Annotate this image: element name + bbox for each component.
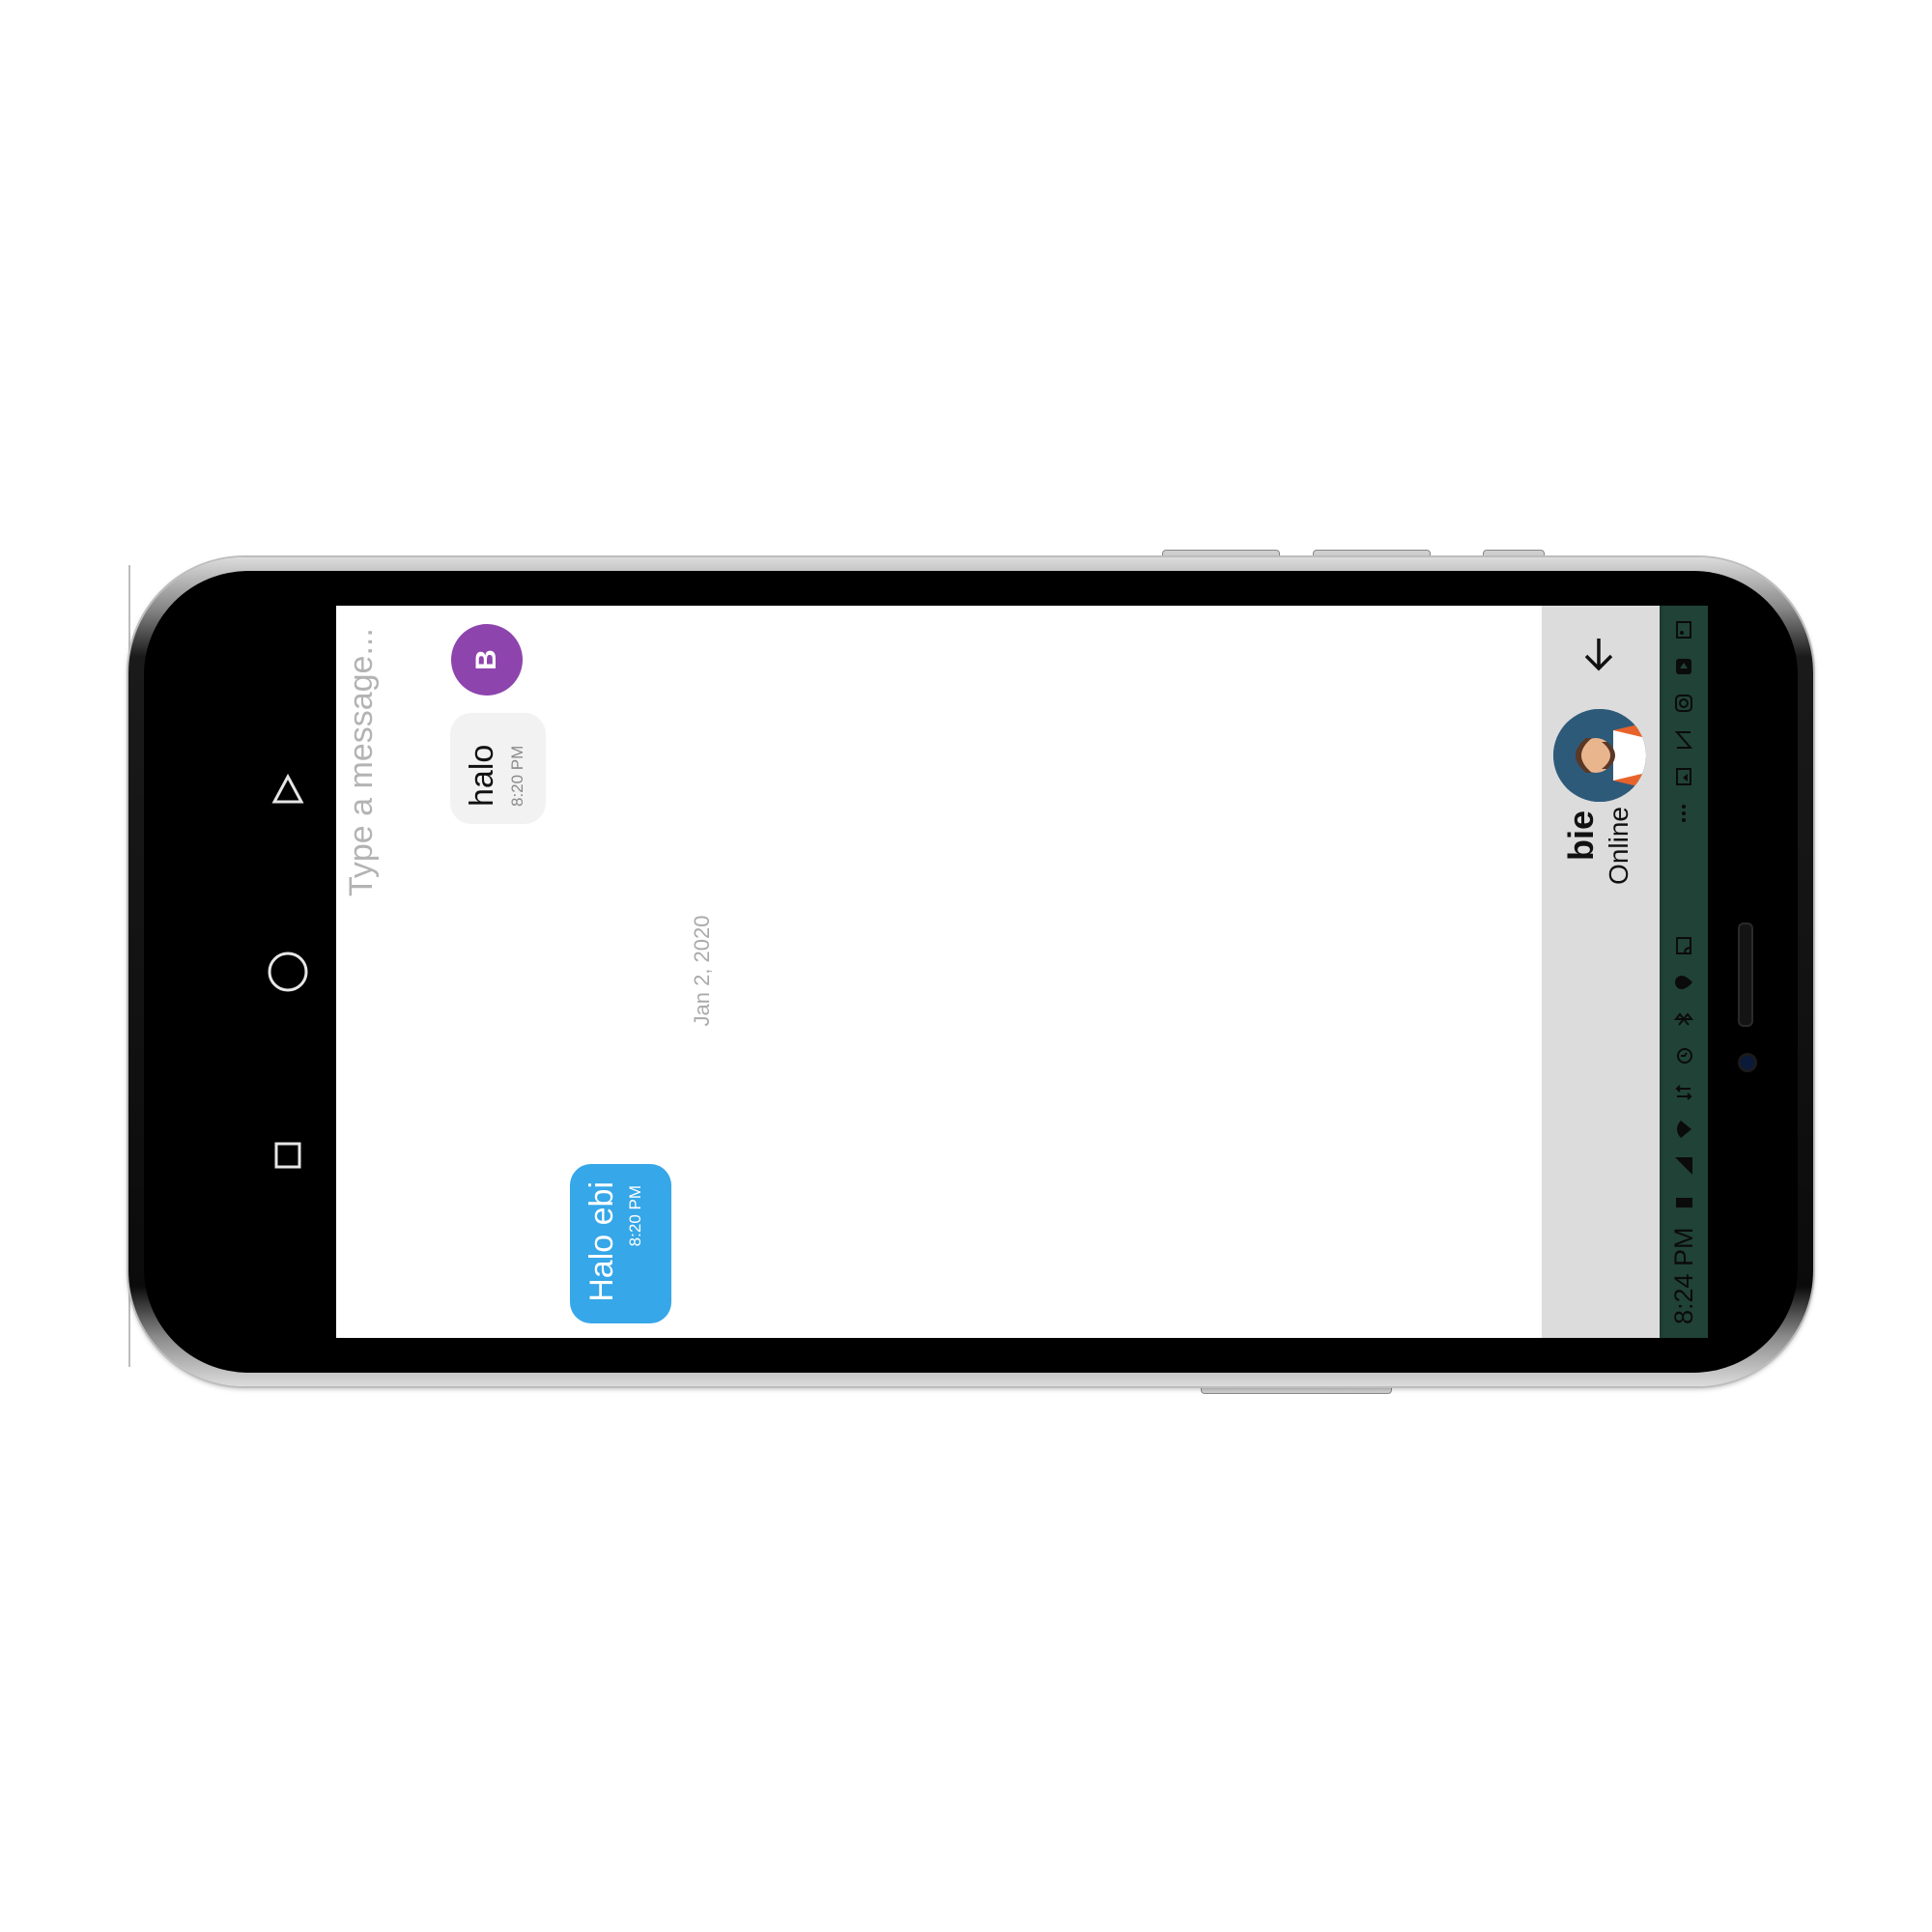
message-time: 8:20 PM (626, 1185, 644, 1247)
message-text: halo (464, 744, 500, 807)
nav-recents-button[interactable] (261, 1128, 315, 1182)
earpiece-speaker (1738, 923, 1753, 1027)
location-icon (1675, 976, 1692, 990)
chat-header: bie Online (1542, 606, 1660, 1338)
date-separator: Jan 2, 2020 (690, 915, 714, 1027)
status-time: 8:24 PM (1668, 1227, 1698, 1324)
phone-screen: 8:24 PM bie Online Halo ebi 8:20 PM Jan … (336, 606, 1708, 1338)
alarm-icon (1677, 1048, 1692, 1065)
data-icon (1675, 1085, 1692, 1101)
status-left-icons (1673, 619, 1694, 824)
contact-status: Online (1604, 807, 1634, 885)
nav-back-button[interactable] (261, 763, 315, 817)
instagram-icon (1675, 695, 1692, 712)
battery-icon (1676, 1198, 1692, 1208)
video-icon (1676, 659, 1691, 674)
nav-home-button[interactable] (261, 945, 315, 999)
triangle-back-icon (271, 773, 304, 804)
front-camera (1738, 1053, 1757, 1072)
bluetooth-icon (1673, 1012, 1694, 1027)
circle-home-icon (268, 952, 308, 992)
message-input[interactable] (336, 624, 396, 898)
wifi-icon (1677, 1121, 1691, 1139)
message-time: 8:20 PM (508, 745, 526, 807)
image-icon (1676, 621, 1691, 639)
cast-icon (1676, 937, 1691, 955)
outgoing-message[interactable]: Halo ebi 8:20 PM (570, 1164, 671, 1323)
back-button[interactable] (1575, 629, 1623, 677)
status-bar: 8:24 PM (1660, 606, 1708, 1338)
person-avatar-icon (1553, 709, 1646, 802)
contact-avatar[interactable] (1553, 709, 1646, 802)
gallery-icon (1676, 768, 1691, 785)
app-view: 8:24 PM bie Online Halo ebi 8:20 PM Jan … (336, 606, 1708, 1338)
contact-name[interactable]: bie (1561, 810, 1602, 907)
square-recents-icon (274, 1142, 301, 1169)
more-icon (1682, 805, 1686, 822)
lazada-icon (1674, 731, 1693, 749)
message-text: Halo ebi (583, 1181, 620, 1302)
incoming-message[interactable]: halo 8:20 PM (450, 713, 546, 824)
arrow-back-icon (1584, 639, 1613, 671)
sender-avatar[interactable]: B (451, 624, 523, 696)
status-right-icons (1673, 935, 1694, 1213)
signal-icon (1675, 1157, 1692, 1176)
